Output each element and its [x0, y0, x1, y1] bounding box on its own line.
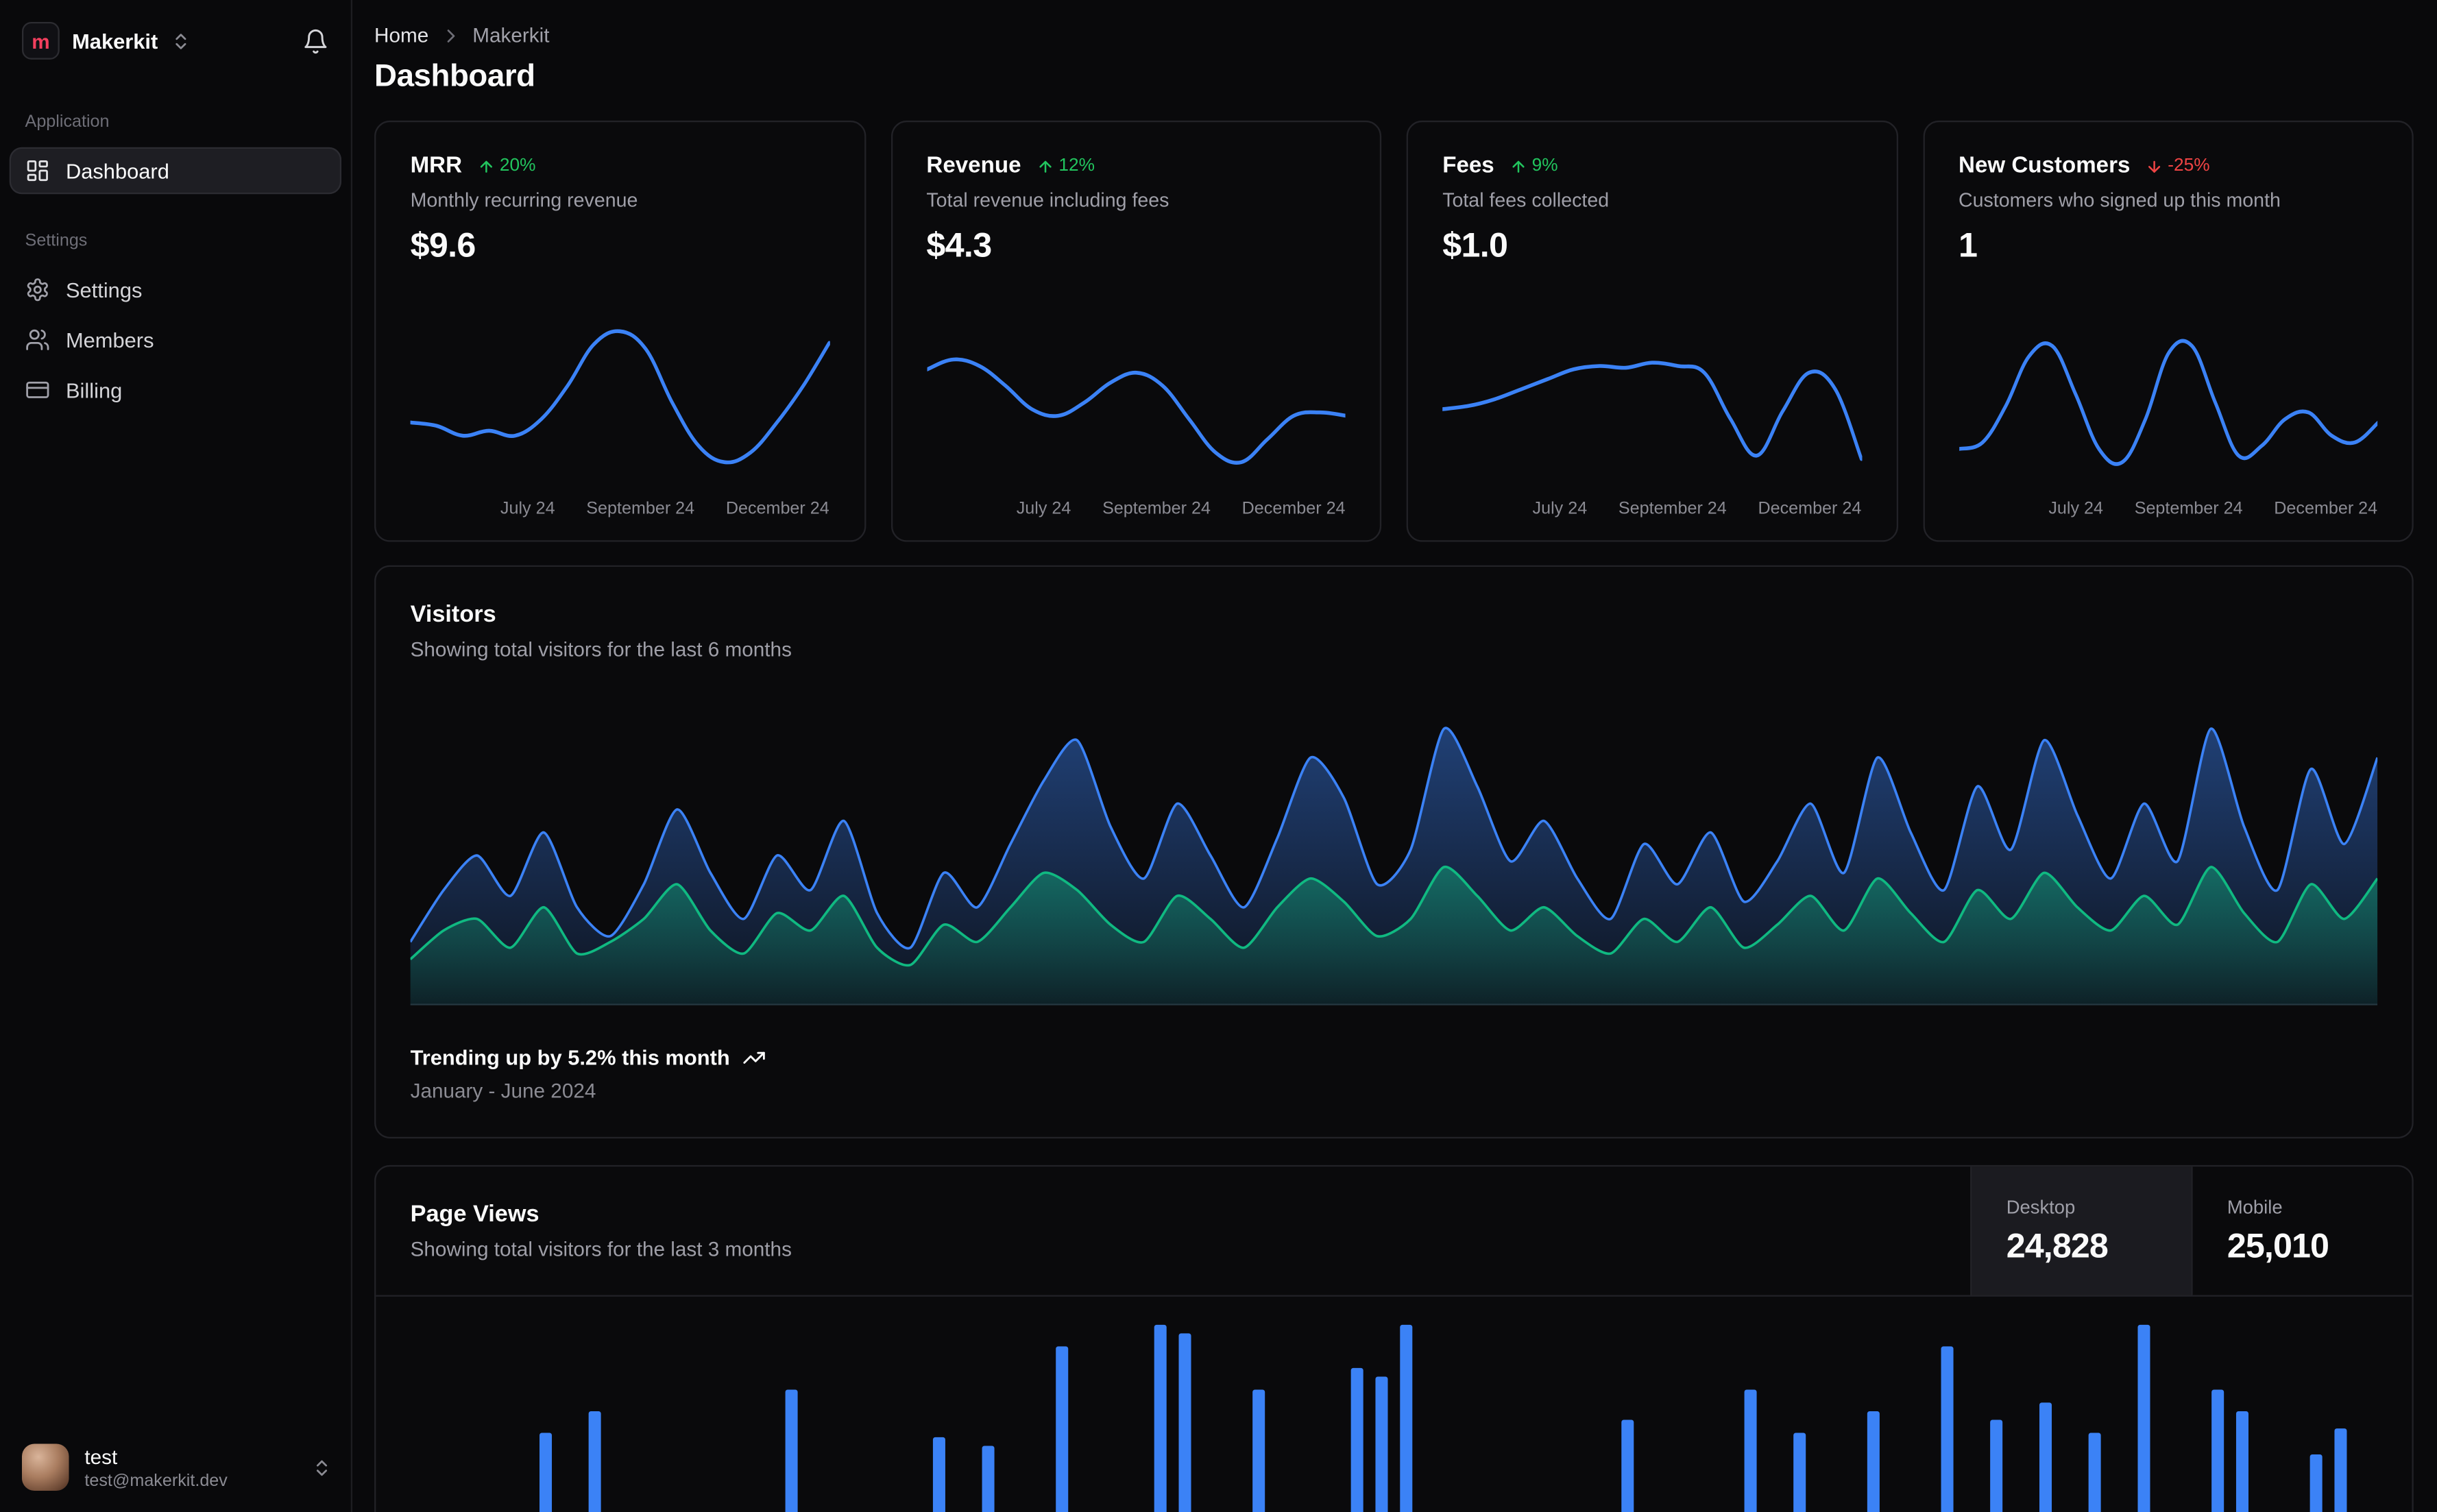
chevrons-up-down-icon: [175, 33, 186, 49]
breadcrumb: Home Makerkit: [374, 23, 2414, 47]
stat-title: Fees: [1442, 153, 1494, 179]
fees-sparkline-chart: [1442, 361, 1862, 461]
users-icon: [26, 329, 49, 350]
visitors-title: Visitors: [410, 601, 496, 629]
visitors-period: January - June 2024: [410, 1079, 596, 1103]
page-views-header: Page Views Showing total visitors for th…: [376, 1167, 2412, 1297]
x-axis-labels: July 24 September 24 December 24: [1532, 499, 1862, 519]
sidebar-item-label: Members: [65, 328, 154, 352]
sidebar-header: m Makerkit: [0, 0, 351, 75]
page-views-toggles: Desktop 24,828 Mobile 25,010: [1970, 1167, 2412, 1295]
trending-up-icon: [743, 1051, 765, 1064]
stat-cards-row: MRR 20% Monthly recurring revenue $9.6 J…: [374, 120, 2414, 542]
page-views-subtitle: Showing total visitors for the last 3 mo…: [410, 1236, 792, 1261]
section-label-settings: Settings: [25, 232, 88, 251]
page-title: Dashboard: [374, 59, 535, 95]
x-axis-labels: July 24 September 24 December 24: [1016, 499, 1346, 519]
new-customers-sparkline-chart: [1959, 339, 2378, 466]
stat-value: $4.3: [926, 225, 992, 265]
user-email: test@makerkit.dev: [84, 1471, 228, 1490]
app-root: m Makerkit Application Dashboard Setting…: [0, 0, 2437, 1512]
main-content: Home Makerkit Dashboard MRR 20% Monthly …: [352, 0, 2437, 1512]
gear-icon: [27, 278, 48, 302]
x-axis-labels: July 24 September 24 December 24: [2048, 499, 2378, 519]
stat-title: New Customers: [1959, 153, 2131, 179]
desktop-toggle[interactable]: Desktop 24,828: [1970, 1167, 2192, 1295]
chevrons-up-down-icon: [316, 1459, 328, 1476]
sidebar-item-billing[interactable]: Billing: [10, 367, 341, 414]
stat-title: Revenue: [926, 153, 1021, 179]
stat-card-mrr: MRR 20% Monthly recurring revenue $9.6 J…: [374, 120, 866, 542]
nav-section-application: Application Dashboard: [0, 112, 351, 197]
visitors-card: Visitors Showing total visitors for the …: [374, 565, 2414, 1138]
page-views-title: Page Views: [410, 1201, 539, 1228]
user-menu[interactable]: test test@makerkit.dev: [0, 1428, 351, 1512]
sidebar-item-settings[interactable]: Settings: [10, 266, 341, 313]
user-name: test: [84, 1444, 118, 1468]
team-switcher[interactable]: m Makerkit: [21, 21, 191, 60]
stat-subtitle: Monthly recurring revenue: [410, 189, 638, 212]
trend-badge: 12%: [1036, 156, 1095, 175]
arrow-down-icon: [2148, 160, 2161, 172]
page-views-card: Page Views Showing total visitors for th…: [374, 1165, 2414, 1512]
stat-value: $9.6: [410, 225, 476, 265]
dashboard-icon: [27, 160, 48, 182]
stat-title: MRR: [410, 153, 463, 179]
section-label-application: Application: [25, 112, 110, 132]
sidebar-item-dashboard[interactable]: Dashboard: [9, 147, 342, 195]
stat-card-new-customers: New Customers -25% Customers who signed …: [1922, 120, 2414, 542]
bell-icon: [304, 28, 327, 53]
arrow-up-icon: [1039, 160, 1052, 172]
stat-subtitle: Total fees collected: [1442, 189, 1610, 212]
notifications-button[interactable]: [302, 27, 329, 54]
stat-value: $1.0: [1442, 225, 1508, 265]
sidebar: m Makerkit Application Dashboard Setting…: [0, 0, 353, 1512]
stat-subtitle: Customers who signed up this month: [1959, 189, 2281, 212]
visitors-trend-note: Trending up by 5.2% this month: [411, 1046, 2378, 1069]
makerkit-logo: m: [21, 21, 60, 60]
visitors-area-chart: [410, 727, 2378, 1005]
stat-card-revenue: Revenue 12% Total revenue including fees…: [890, 120, 1382, 542]
mobile-value: 25,010: [2227, 1225, 2329, 1265]
mobile-toggle[interactable]: Mobile 25,010: [2191, 1167, 2412, 1295]
arrow-up-icon: [1512, 160, 1525, 172]
trend-badge: 20%: [478, 156, 536, 175]
stat-card-fees: Fees 9% Total fees collected $1.0 July 2…: [1406, 120, 1898, 542]
stat-value: 1: [1959, 225, 1978, 265]
chevron-right-icon: [446, 29, 454, 42]
breadcrumb-home-link[interactable]: Home: [374, 23, 428, 47]
desktop-value: 24,828: [2006, 1225, 2109, 1265]
sidebar-item-members[interactable]: Members: [10, 317, 341, 364]
sidebar-item-label: Billing: [65, 378, 123, 402]
sidebar-item-label: Dashboard: [65, 158, 169, 183]
user-avatar: [21, 1443, 69, 1491]
trend-badge: 9%: [1510, 156, 1558, 175]
desktop-label: Desktop: [2006, 1195, 2076, 1218]
mrr-sparkline-chart: [410, 329, 829, 465]
x-axis-labels: July 24 September 24 December 24: [500, 499, 829, 519]
sidebar-item-label: Settings: [65, 278, 143, 302]
trend-badge: -25%: [2146, 156, 2210, 175]
team-name: Makerkit: [72, 29, 158, 53]
page-views-bar-chart: [539, 1324, 2347, 1512]
arrow-up-icon: [480, 160, 493, 172]
mobile-label: Mobile: [2227, 1195, 2283, 1218]
logo-letter: m: [32, 29, 50, 53]
breadcrumb-current[interactable]: Makerkit: [472, 23, 549, 47]
credit-card-icon: [26, 381, 49, 398]
visitors-subtitle: Showing total visitors for the last 6 mo…: [410, 637, 792, 661]
revenue-sparkline-chart: [926, 357, 1346, 465]
stat-subtitle: Total revenue including fees: [926, 189, 1169, 212]
user-meta: test test@makerkit.dev: [84, 1445, 227, 1490]
nav-section-settings: Settings Settings Members Billing: [0, 232, 351, 417]
